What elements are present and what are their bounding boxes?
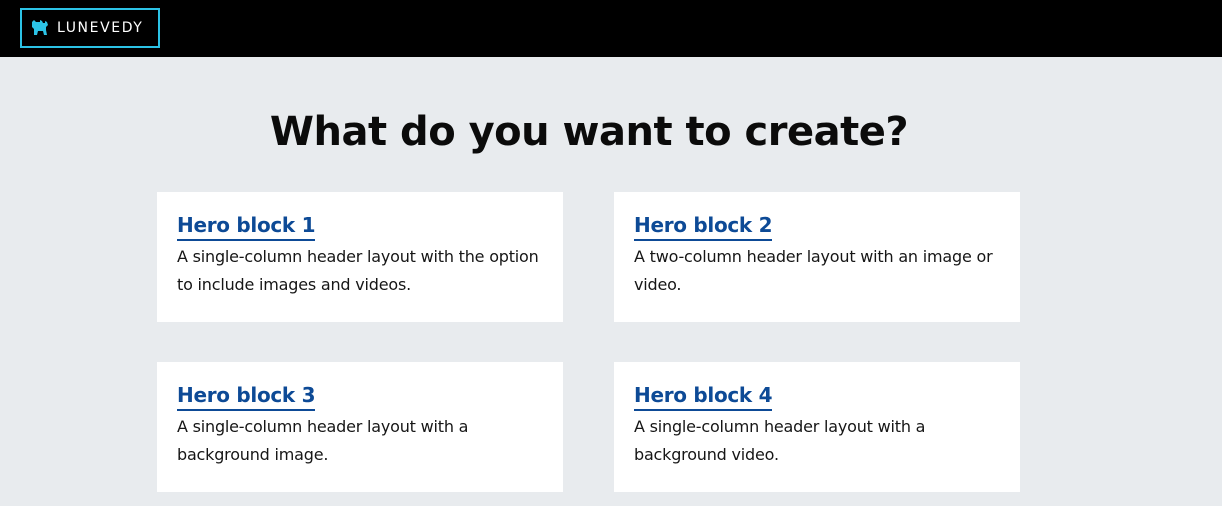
card-hero-block-1: Hero block 1 A single-column header layo… — [157, 192, 563, 322]
hero-block-2-description: A two-column header layout with an image… — [634, 247, 993, 294]
top-bar: LUNEVEDY — [0, 0, 1222, 57]
hero-block-1-link[interactable]: Hero block 1 — [177, 212, 316, 241]
card-hero-block-3: Hero block 3 A single-column header layo… — [157, 362, 563, 492]
hero-block-1-description: A single-column header layout with the o… — [177, 247, 539, 294]
brand-logo-link[interactable]: LUNEVEDY — [20, 8, 160, 48]
hero-block-3-link[interactable]: Hero block 3 — [177, 382, 316, 411]
hero-block-4-link[interactable]: Hero block 4 — [634, 382, 773, 411]
brand-name: LUNEVEDY — [57, 20, 144, 36]
page-title: What do you want to create? — [269, 109, 909, 155]
hero-block-3-description: A single-column header layout with a bac… — [177, 417, 469, 464]
hero-block-4-description: A single-column header layout with a bac… — [634, 417, 926, 464]
card-hero-block-4: Hero block 4 A single-column header layo… — [614, 362, 1020, 492]
dog-icon — [32, 20, 48, 35]
hero-block-2-link[interactable]: Hero block 2 — [634, 212, 773, 241]
card-hero-block-2: Hero block 2 A two-column header layout … — [614, 192, 1020, 322]
